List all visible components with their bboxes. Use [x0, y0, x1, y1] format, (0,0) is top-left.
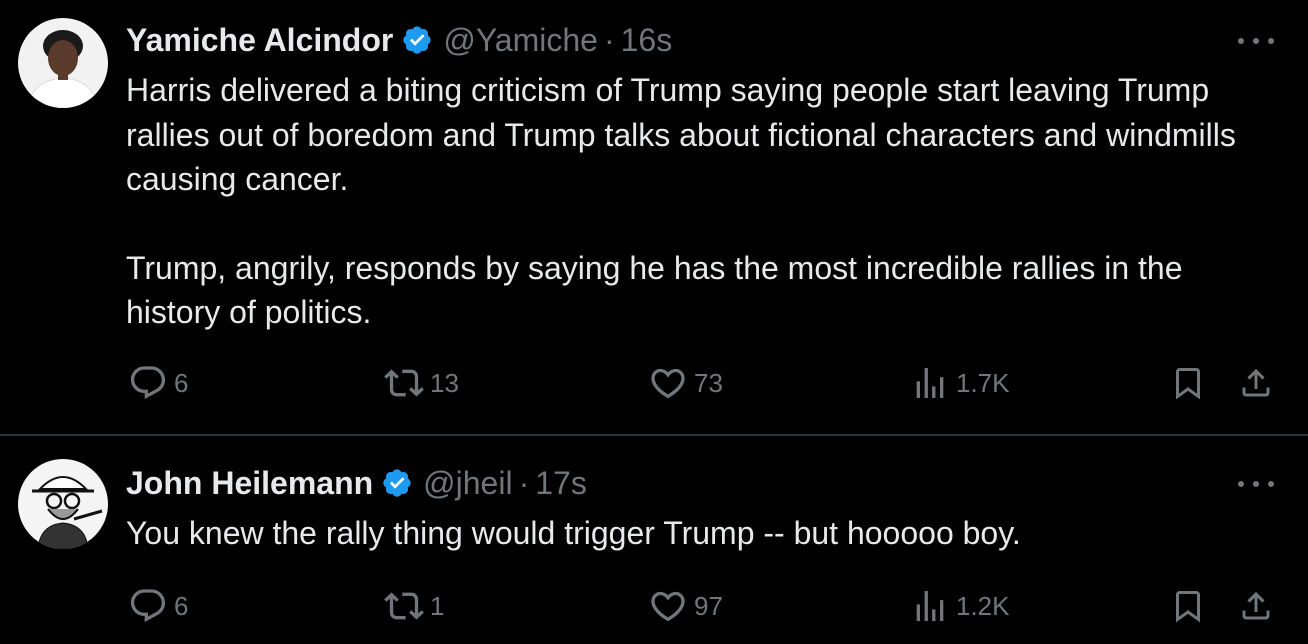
views-button[interactable]: 1.7K: [910, 363, 1010, 403]
separator-dot: ·: [603, 21, 615, 58]
retweet-count: 13: [430, 367, 459, 398]
retweet-button[interactable]: 13: [384, 363, 459, 403]
tweet-paragraph: Harris delivered a biting criticism of T…: [126, 72, 1236, 197]
timestamp[interactable]: 16s: [621, 22, 673, 59]
share-icon: [1242, 368, 1270, 397]
author-name[interactable]: Yamiche Alcindor: [126, 22, 393, 59]
reply-icon: [130, 589, 166, 623]
views-icon: [916, 368, 944, 398]
like-button[interactable]: 97: [648, 586, 723, 626]
verified-badge-icon: [383, 469, 411, 497]
like-count: 73: [694, 367, 723, 398]
tweet-header: John Heilemann @jheil · 17s: [126, 463, 587, 503]
share-button[interactable]: [1238, 363, 1274, 403]
heart-icon: [651, 591, 685, 622]
heart-icon: [651, 368, 685, 399]
like-count: 97: [694, 590, 723, 621]
reply-count: 6: [174, 590, 189, 621]
timestamp[interactable]: 17s: [535, 465, 587, 502]
more-icon[interactable]: [1238, 38, 1274, 48]
reply-icon: [130, 366, 166, 400]
action-bar: 6 1 97 1.2K: [0, 586, 1308, 626]
views-icon: [916, 591, 944, 621]
views-count: 1.2K: [956, 590, 1010, 621]
like-button[interactable]: 73: [648, 363, 723, 403]
share-button[interactable]: [1238, 586, 1274, 626]
separator-dot: ·: [518, 464, 530, 501]
bookmark-icon: [1176, 368, 1200, 400]
retweet-count: 1: [430, 590, 445, 621]
reply-count: 6: [174, 367, 189, 398]
views-count: 1.7K: [956, 367, 1010, 398]
bookmark-button[interactable]: [1170, 586, 1206, 626]
more-icon[interactable]: [1238, 481, 1274, 491]
retweet-button[interactable]: 1: [384, 586, 444, 626]
reply-button[interactable]: 6: [128, 586, 188, 626]
tweet-paragraph: You knew the rally thing would trigger T…: [126, 515, 1021, 551]
avatar[interactable]: [18, 18, 108, 108]
views-button[interactable]: 1.2K: [910, 586, 1010, 626]
bookmark-icon: [1176, 591, 1200, 623]
retweet-icon: [384, 592, 424, 620]
author-handle[interactable]: @Yamiche: [443, 22, 598, 59]
retweet-icon: [384, 369, 424, 397]
author-handle[interactable]: @jheil: [423, 465, 512, 502]
author-name[interactable]: John Heilemann: [126, 465, 373, 502]
reply-button[interactable]: 6: [128, 363, 188, 403]
avatar[interactable]: [18, 459, 108, 549]
bookmark-button[interactable]: [1170, 363, 1206, 403]
share-icon: [1242, 591, 1270, 620]
tweet[interactable]: John Heilemann @jheil · 17s You knew the…: [0, 436, 1308, 644]
action-bar: 6 13 73 1.7K: [0, 363, 1308, 403]
tweet-header: Yamiche Alcindor @Yamiche · 16s: [126, 20, 672, 60]
tweet-text: You knew the rally thing would trigger T…: [126, 511, 1276, 556]
tweet[interactable]: Yamiche Alcindor @Yamiche · 16s Harris d…: [0, 0, 1308, 434]
tweet-text: Harris delivered a biting criticism of T…: [126, 68, 1276, 335]
verified-badge-icon: [403, 26, 432, 54]
tweet-paragraph: Trump, angrily, responds by saying he ha…: [126, 249, 1183, 331]
